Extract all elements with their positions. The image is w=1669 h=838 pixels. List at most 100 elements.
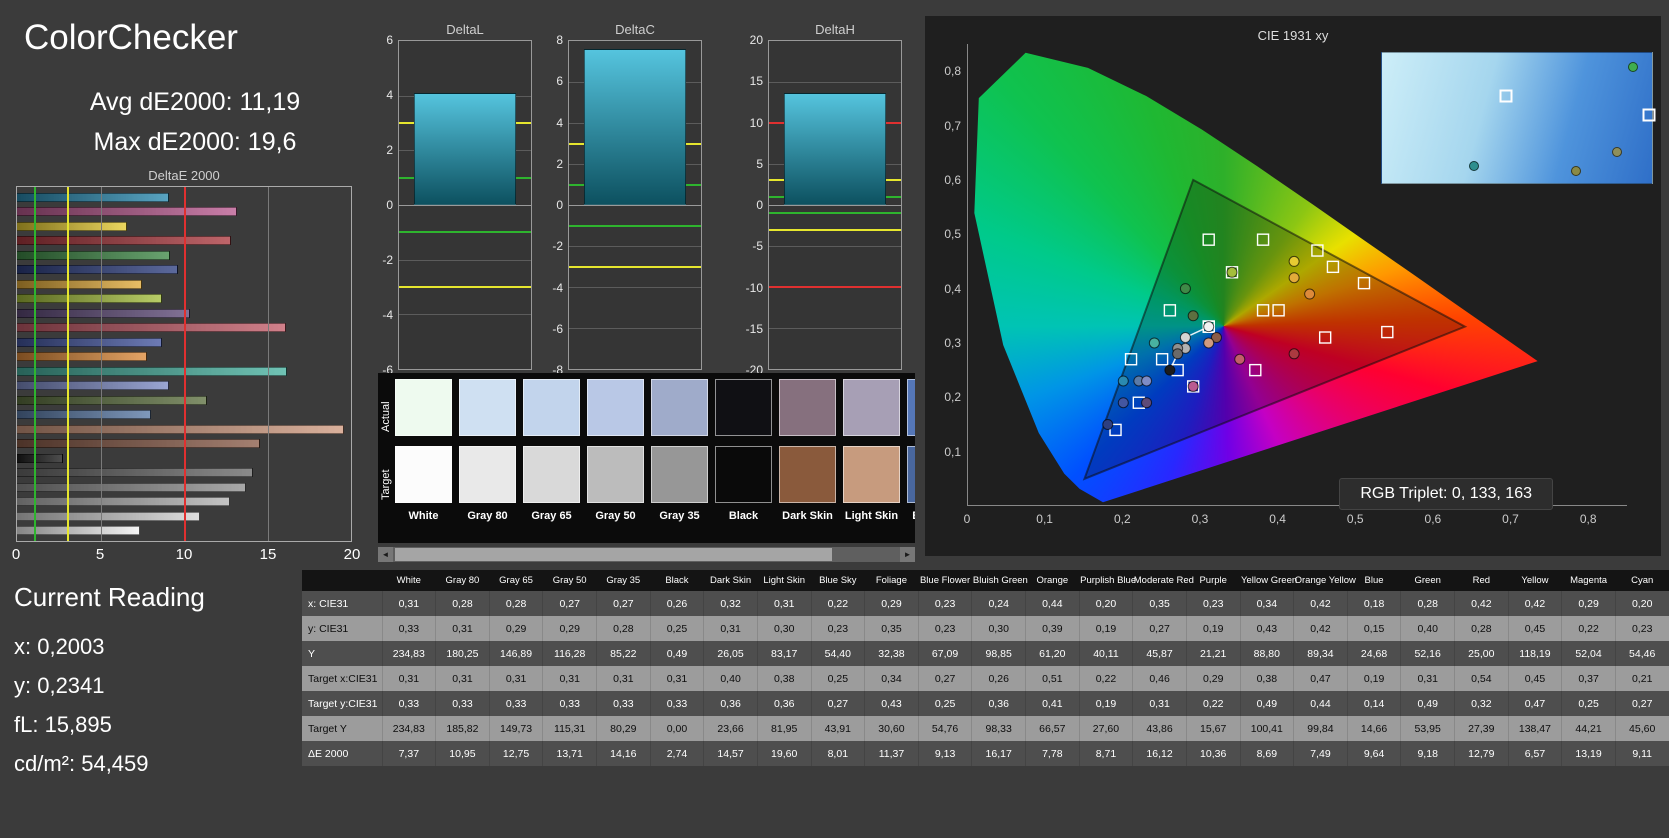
- target-swatch: [779, 446, 836, 503]
- axis-tick-label: 5: [756, 156, 763, 171]
- table-cell: 19,60: [757, 741, 812, 766]
- axis-tick-label: 0,5: [1346, 512, 1364, 526]
- table-column-header: Light Skin: [757, 570, 811, 591]
- reference-line: [33, 187, 36, 541]
- table-cell: 0,22: [811, 591, 866, 616]
- inset-target-marker: [1499, 89, 1513, 103]
- table-cell: 61,20: [1025, 641, 1080, 666]
- table-row: x: CIE31 0,31 0,28 0,28 0,27 0,27 0,26 0,32 0,31…: [302, 591, 1669, 616]
- axis-tick-label: -2: [552, 239, 563, 254]
- deltac-chart: DeltaC -8 -6 -4 -2 0 2 4 6 8: [542, 22, 710, 377]
- inset-measured-marker: [1628, 62, 1639, 73]
- actual-swatch: [523, 379, 580, 436]
- scrollbar-track[interactable]: [393, 547, 900, 562]
- table-cell: 0,19: [1186, 616, 1241, 641]
- table-column-header: Blue Sky: [811, 570, 865, 591]
- table-column-header: Bluish Green: [971, 570, 1028, 591]
- table-column-header: Cyan: [1615, 570, 1669, 591]
- table-cell: 0,27: [918, 666, 973, 691]
- table-cell: 0,20: [1615, 591, 1669, 616]
- axis-tick-label: 0,1: [1036, 512, 1053, 526]
- measured-point: [1203, 337, 1215, 349]
- table-cell: 8,01: [811, 741, 866, 766]
- table-row-label: Target y:CIE31: [302, 691, 383, 716]
- table-cell: 0,21: [1615, 666, 1669, 691]
- table-cell: 0,29: [489, 616, 544, 641]
- table-cell: 0,23: [811, 616, 866, 641]
- display-gamut-triangle: [1082, 178, 1468, 481]
- inset-measured-marker: [1468, 161, 1479, 172]
- table-cell: 0,31: [1132, 691, 1187, 716]
- table-cell: 0,33: [596, 691, 651, 716]
- table-cell: 8,71: [1079, 741, 1134, 766]
- table-column-header: Gray 35: [596, 570, 651, 591]
- measured-point: [1148, 337, 1160, 349]
- gridline: [569, 205, 701, 206]
- table-cell: 11,37: [864, 741, 919, 766]
- table-cell: 0,22: [1186, 691, 1241, 716]
- table-cell: 16,12: [1132, 741, 1187, 766]
- deltae-bar: [17, 308, 190, 318]
- table-cell: 0,44: [1293, 691, 1348, 716]
- measured-point: [1187, 380, 1199, 392]
- axis-tick-label: 0,1: [944, 444, 961, 459]
- table-row: Target x:CIE31 0,31 0,31 0,31 0,31 0,31 0,31 0,…: [302, 666, 1669, 691]
- table-cell: 0,27: [1615, 691, 1669, 716]
- axis-tick-label: 20: [343, 546, 361, 563]
- scrollbar-thumb[interactable]: [395, 548, 832, 561]
- deltah-plot: [768, 40, 902, 370]
- table-cell: 0,29: [1186, 666, 1241, 691]
- table-cell: 0,32: [1454, 691, 1509, 716]
- table-cell: 0,47: [1293, 666, 1348, 691]
- table-cell: 54,40: [811, 641, 866, 666]
- measured-point: [1288, 272, 1300, 284]
- table-row: y: CIE31 0,33 0,31 0,29 0,29 0,28 0,25 0,31 0,30…: [302, 616, 1669, 641]
- table-cell: 0,33: [382, 616, 437, 641]
- table-cell: 0,51: [1025, 666, 1080, 691]
- measured-point: [1102, 418, 1114, 430]
- axis-tick-label: 0,5: [944, 227, 961, 242]
- swatch-label: Light Skin: [844, 510, 899, 522]
- swatch-scrollbar[interactable]: ◄ ►: [378, 547, 915, 562]
- actual-row-label: Actual: [380, 401, 392, 433]
- table-row: Target Y 234,83 185,82 149,73 115,31 80,29 0,0…: [302, 716, 1669, 741]
- current-reading-title: Current Reading: [14, 582, 205, 612]
- reference-line: [399, 286, 531, 288]
- scroll-left-icon[interactable]: ◄: [378, 547, 393, 562]
- swatch-column: Dark Skin: [779, 379, 836, 522]
- table-cell: 0,31: [382, 666, 437, 691]
- table-cell: 0,29: [1561, 591, 1616, 616]
- measured-point: [1164, 364, 1176, 376]
- table-column-header: Blue Flower: [918, 570, 972, 591]
- table-cell: 9,13: [918, 741, 973, 766]
- gridline: [100, 187, 102, 541]
- table-cell: 81,95: [757, 716, 812, 741]
- swatch-label: Blue Sky: [907, 510, 915, 522]
- table-column-header: Gray 50: [542, 570, 597, 591]
- scroll-right-icon[interactable]: ►: [900, 547, 915, 562]
- table-row: ΔE 2000 7,37 10,95 12,75 13,71 14,16 2,74 14,57…: [302, 741, 1669, 766]
- actual-swatch: [715, 379, 772, 436]
- table-cell: 32,38: [864, 641, 919, 666]
- table-row: Target y:CIE31 0,33 0,33 0,33 0,33 0,33 0,33 0,…: [302, 691, 1669, 716]
- table-cell: 0,29: [864, 591, 919, 616]
- table-cell: 0,42: [1293, 591, 1348, 616]
- table-cell: 12,75: [489, 741, 544, 766]
- table-cell: 0,00: [650, 716, 705, 741]
- axis-tick-label: 0,7: [1502, 512, 1519, 526]
- measured-point: [1172, 348, 1184, 360]
- table-cell: 98,85: [971, 641, 1026, 666]
- axis-tick-label: 2: [386, 143, 393, 157]
- table-cell: 0,19: [1347, 666, 1402, 691]
- table-column-header: Yellow Green: [1240, 570, 1297, 591]
- table-cell: 0,33: [489, 691, 544, 716]
- deltae-bar: [17, 207, 238, 217]
- deltae-bar: [17, 424, 345, 434]
- table-cell: 0,41: [1025, 691, 1080, 716]
- table-cell: 0,37: [1561, 666, 1616, 691]
- table-cell: 116,28: [542, 641, 597, 666]
- swatch-label: Dark Skin: [782, 510, 833, 522]
- table-cell: 0,45: [1508, 666, 1563, 691]
- table-cell: 66,57: [1025, 716, 1080, 741]
- table-cell: 0,54: [1454, 666, 1509, 691]
